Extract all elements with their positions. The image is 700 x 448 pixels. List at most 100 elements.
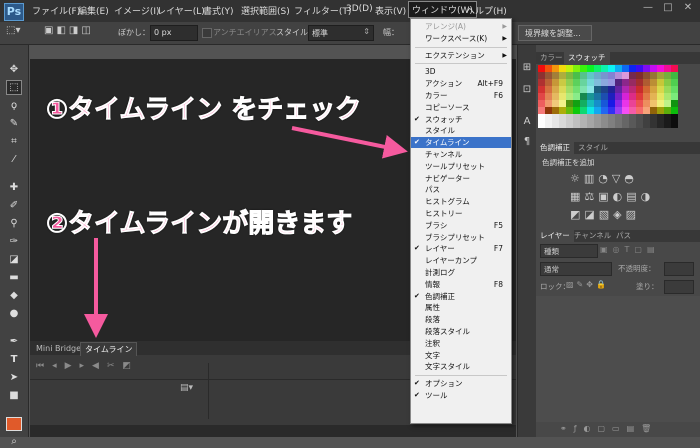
swatch[interactable] bbox=[615, 114, 622, 121]
layers-footer-icons[interactable]: ⚭ƒ◐▢▭▤🗑 bbox=[560, 424, 690, 436]
swatch[interactable] bbox=[608, 79, 615, 86]
swatch[interactable] bbox=[545, 100, 552, 107]
swatch[interactable] bbox=[629, 72, 636, 79]
swatch[interactable] bbox=[622, 79, 629, 86]
window-menu-item[interactable]: スタイル bbox=[411, 125, 511, 136]
window-menu-item[interactable]: ✔ オプション bbox=[411, 378, 511, 389]
window-menu-item[interactable]: 属性 bbox=[411, 302, 511, 313]
swatch[interactable] bbox=[615, 65, 622, 72]
lasso-tool-icon[interactable]: ϙ bbox=[7, 99, 21, 112]
swatch[interactable] bbox=[643, 72, 650, 79]
window-menu-item[interactable]: 注釈 bbox=[411, 338, 511, 349]
swatch[interactable] bbox=[594, 114, 601, 121]
swatch[interactable] bbox=[552, 100, 559, 107]
swatch[interactable] bbox=[608, 72, 615, 79]
swatch[interactable] bbox=[587, 65, 594, 72]
swatch[interactable] bbox=[643, 100, 650, 107]
swatch[interactable] bbox=[622, 114, 629, 121]
adjustment-icons-row2[interactable]: ▦⚖▣◐▤◑ bbox=[570, 190, 666, 204]
swatch[interactable] bbox=[629, 86, 636, 93]
path-select-tool-icon[interactable]: ➤ bbox=[7, 371, 21, 384]
swatch[interactable] bbox=[657, 100, 664, 107]
swatch[interactable] bbox=[545, 86, 552, 93]
swatch[interactable] bbox=[601, 107, 608, 114]
dodge-tool-icon[interactable]: ● bbox=[7, 307, 21, 320]
adjustment-icons-row3[interactable]: ◩◪▧◈▨ bbox=[570, 208, 666, 222]
swatch[interactable] bbox=[636, 65, 643, 72]
timeline-menu-icon[interactable]: ▤▾ bbox=[180, 383, 200, 395]
swatch[interactable] bbox=[664, 72, 671, 79]
clone-stamp-tool-icon[interactable]: ⚲ bbox=[7, 217, 21, 230]
swatch[interactable] bbox=[566, 121, 573, 128]
swatches-grid[interactable] bbox=[538, 65, 686, 135]
swatch[interactable] bbox=[545, 93, 552, 100]
swatch[interactable] bbox=[629, 121, 636, 128]
swatch[interactable] bbox=[657, 107, 664, 114]
menu-layer[interactable]: レイヤー(L) bbox=[157, 4, 205, 17]
swatch[interactable] bbox=[559, 79, 566, 86]
swatch[interactable] bbox=[608, 93, 615, 100]
close-icon[interactable]: ✕ bbox=[680, 2, 696, 16]
window-menu-item[interactable]: カラー F6 bbox=[411, 90, 511, 101]
swatch[interactable] bbox=[671, 121, 678, 128]
swatch[interactable] bbox=[643, 93, 650, 100]
swatch[interactable] bbox=[650, 114, 657, 121]
menu-3d[interactable]: 3D(D) bbox=[346, 4, 373, 14]
window-menu-item[interactable]: 文字 bbox=[411, 350, 511, 361]
swatch[interactable] bbox=[643, 86, 650, 93]
swatch[interactable] bbox=[545, 114, 552, 121]
swatch[interactable] bbox=[538, 72, 545, 79]
marquee-tool-icon[interactable]: ⬚ bbox=[6, 80, 22, 95]
menu-image[interactable]: イメージ(I) bbox=[114, 4, 160, 17]
swatch[interactable] bbox=[573, 79, 580, 86]
window-menu-item[interactable]: チャンネル bbox=[411, 149, 511, 160]
swatch[interactable] bbox=[587, 100, 594, 107]
swatch[interactable] bbox=[643, 114, 650, 121]
swatch[interactable] bbox=[587, 107, 594, 114]
swatch[interactable] bbox=[538, 65, 545, 72]
adjustment-icons-row1[interactable]: ☼▥◔▽◓ bbox=[570, 172, 666, 186]
swatch[interactable] bbox=[671, 72, 678, 79]
swatch[interactable] bbox=[671, 107, 678, 114]
swatch[interactable] bbox=[552, 121, 559, 128]
swatch[interactable] bbox=[601, 79, 608, 86]
swatch[interactable] bbox=[566, 86, 573, 93]
swatch[interactable] bbox=[643, 107, 650, 114]
swatch[interactable] bbox=[559, 100, 566, 107]
swatch[interactable] bbox=[664, 86, 671, 93]
swatch[interactable] bbox=[580, 100, 587, 107]
swatch[interactable] bbox=[580, 107, 587, 114]
swatch[interactable] bbox=[657, 121, 664, 128]
swatch[interactable] bbox=[650, 100, 657, 107]
swatch[interactable] bbox=[566, 114, 573, 121]
swatch[interactable] bbox=[636, 93, 643, 100]
quick-select-tool-icon[interactable]: ✎ bbox=[7, 117, 21, 130]
properties-panel-icon[interactable]: ⊡ bbox=[520, 83, 534, 97]
timeline-playback-controls[interactable]: ⏮◂▶▸◀✂◩ bbox=[36, 361, 266, 375]
swatch[interactable] bbox=[552, 93, 559, 100]
selection-mode-icons[interactable]: ▣◧◨◫ bbox=[44, 25, 110, 39]
swatch[interactable] bbox=[566, 65, 573, 72]
window-menu-item[interactable]: ワークスペース(K) ▶ bbox=[411, 33, 511, 44]
swatch[interactable] bbox=[664, 114, 671, 121]
window-menu-item[interactable]: ブラシ F5 bbox=[411, 220, 511, 231]
swatch[interactable] bbox=[629, 65, 636, 72]
feather-input[interactable]: 0 px bbox=[150, 25, 198, 41]
swatch[interactable] bbox=[566, 79, 573, 86]
swatch[interactable] bbox=[545, 79, 552, 86]
swatch[interactable] bbox=[601, 114, 608, 121]
swatch[interactable] bbox=[601, 100, 608, 107]
window-menu-item[interactable]: 3D bbox=[411, 66, 511, 77]
tab-styles[interactable]: スタイル bbox=[574, 142, 612, 154]
swatch[interactable] bbox=[650, 107, 657, 114]
swatch[interactable] bbox=[615, 86, 622, 93]
swatch[interactable] bbox=[538, 86, 545, 93]
swatch[interactable] bbox=[559, 72, 566, 79]
swatch[interactable] bbox=[608, 107, 615, 114]
eyedropper-tool-icon[interactable]: ⁄ bbox=[7, 153, 21, 166]
swatch[interactable] bbox=[559, 93, 566, 100]
window-menu-item[interactable]: ブラシプリセット bbox=[411, 232, 511, 243]
window-menu-item[interactable]: アクション Alt+F9 bbox=[411, 78, 511, 89]
swatch[interactable] bbox=[629, 114, 636, 121]
swatch[interactable] bbox=[615, 93, 622, 100]
